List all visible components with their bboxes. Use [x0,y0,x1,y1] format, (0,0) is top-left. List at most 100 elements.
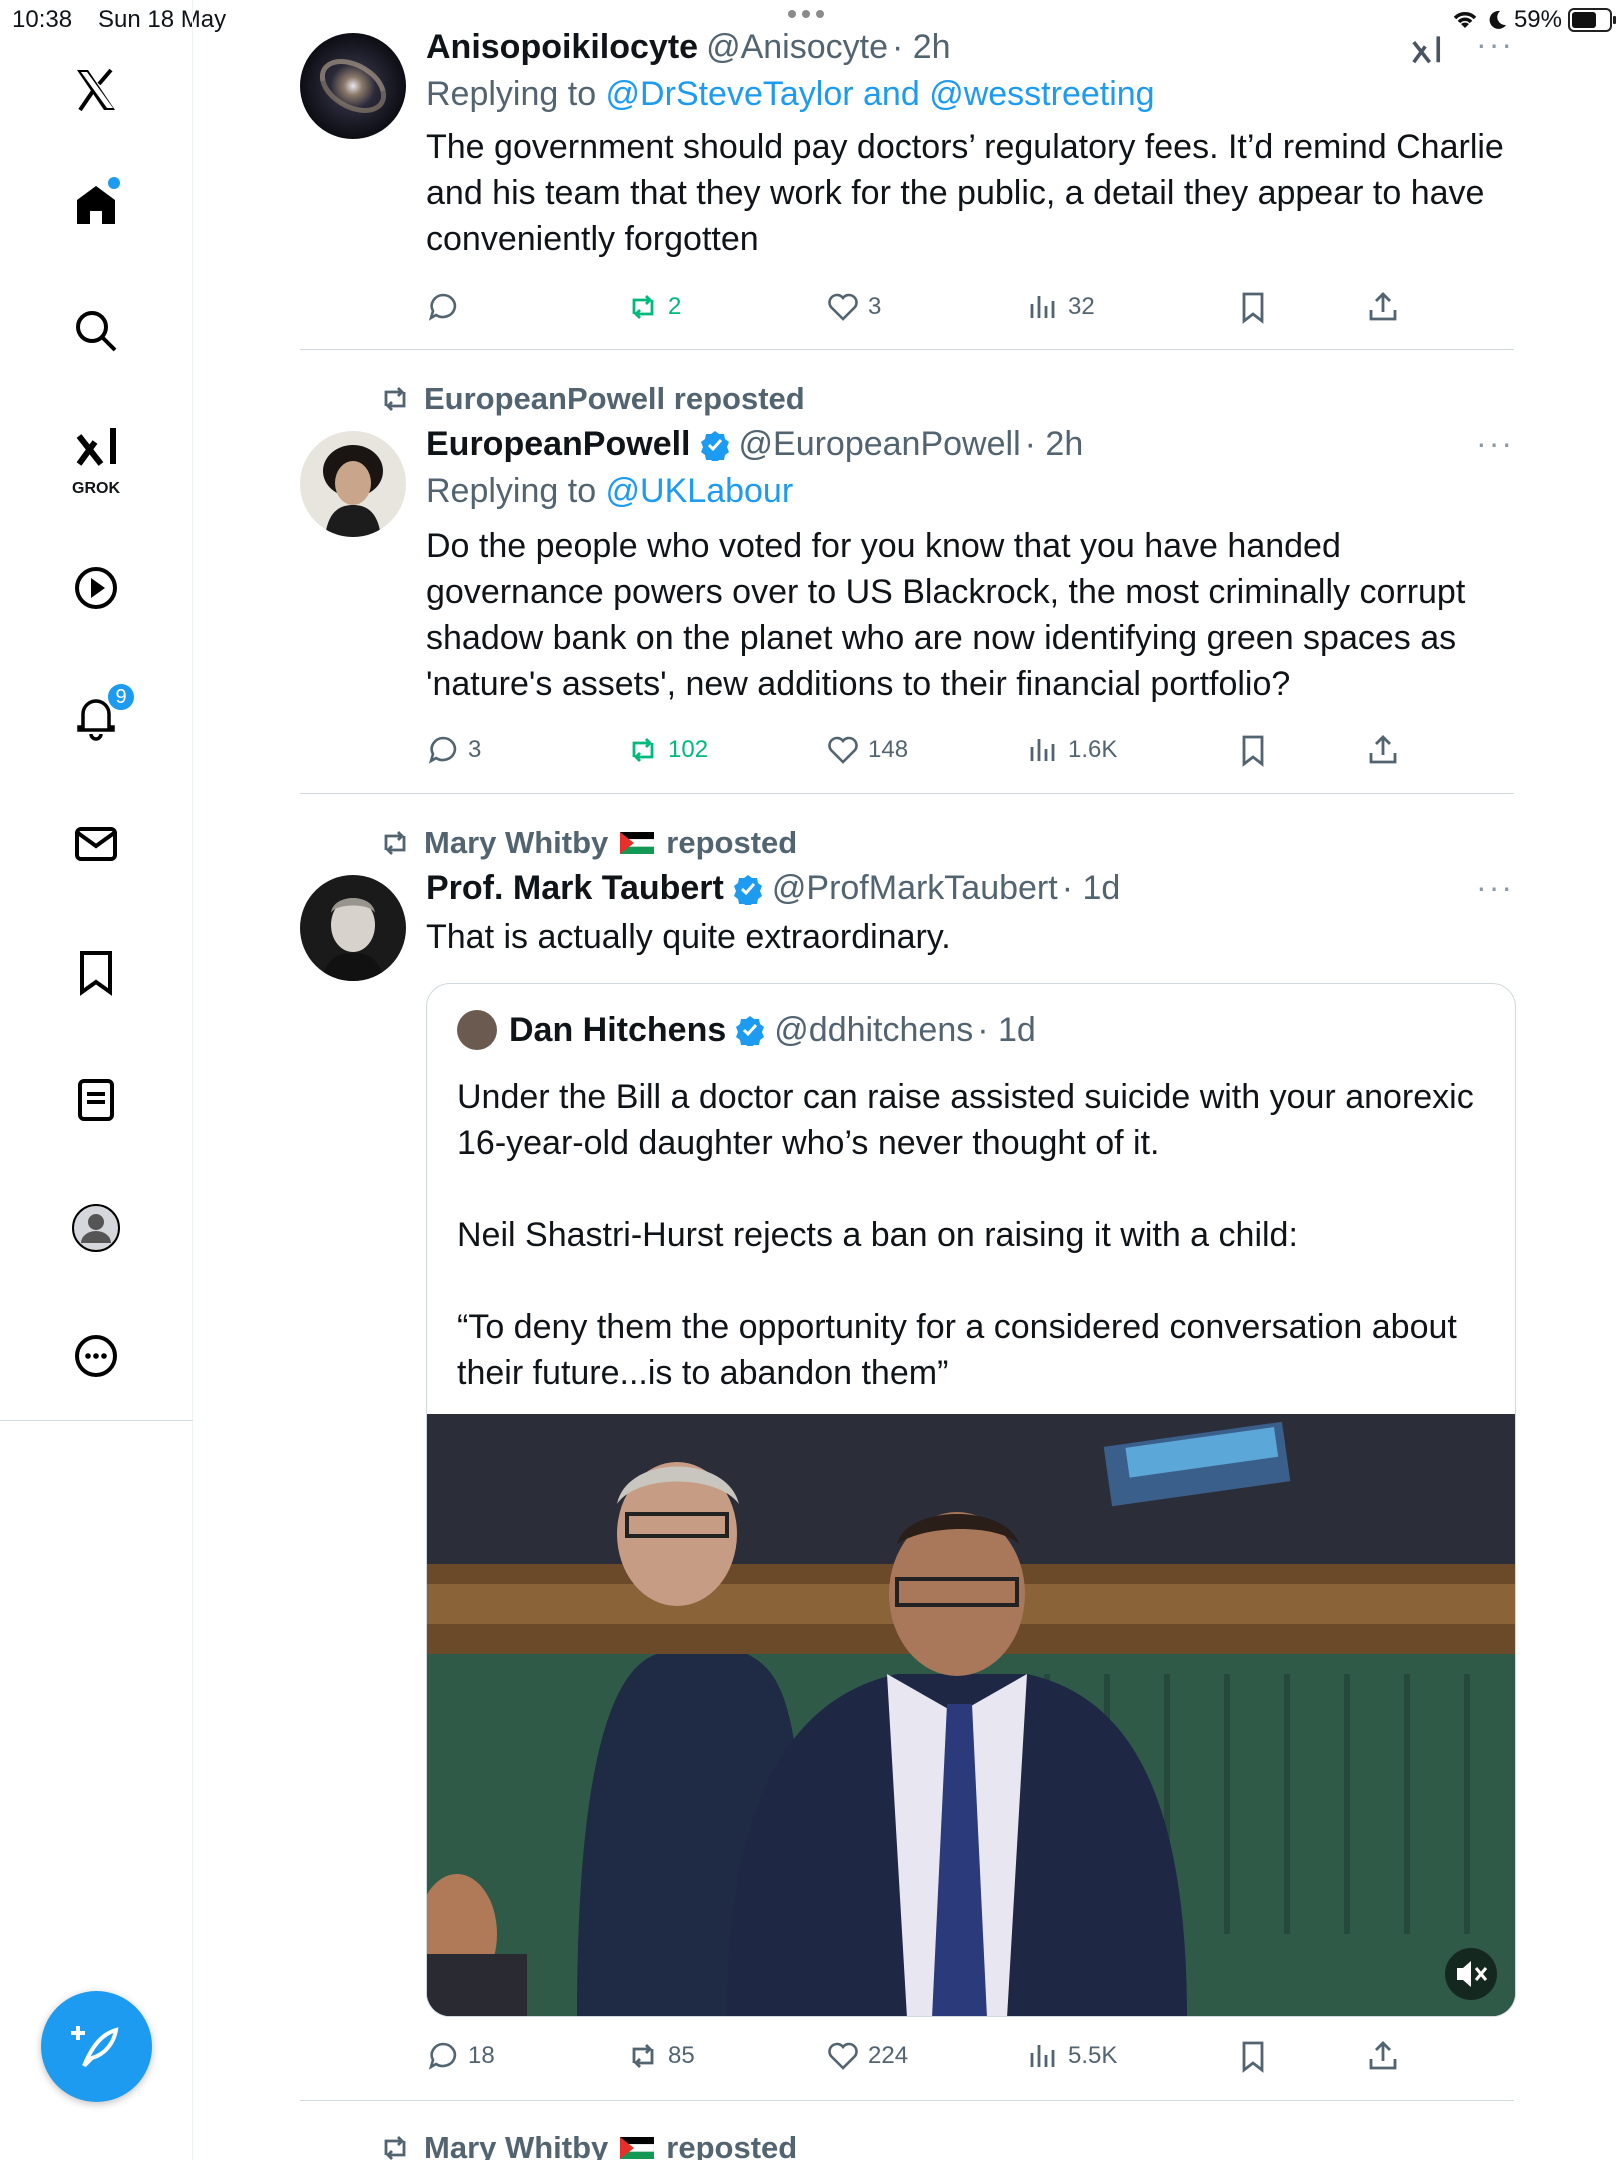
more-circle-icon [75,1335,117,1377]
sidebar: GROK 9 [0,0,193,2160]
profile-nav[interactable] [48,1180,144,1276]
video-nav[interactable] [48,540,144,636]
tweet-actions: 3 102 148 1.6K [426,733,1416,773]
avatar[interactable] [300,33,406,139]
repost-by-name: Mary Whitby [424,2130,609,2160]
quote-header: Dan Hitchens @ddhitchens · 1d [457,1010,1036,1050]
home-nav[interactable] [48,155,144,251]
reply-icon [428,293,457,321]
like-count: 148 [868,736,909,763]
sidebar-divider [0,1420,193,1421]
repost-icon [384,2136,406,2160]
x-logo-icon[interactable] [48,42,144,138]
repost-count: 102 [668,736,709,763]
quote-paragraph: “To deny them the opportunity for a cons… [457,1308,1457,1392]
mute-icon[interactable] [1441,1944,1501,2004]
tweet[interactable]: Mary Whitby reposted [300,2102,1514,2160]
repost-count: 2 [668,293,682,320]
tweet-header: Prof. Mark Taubert @ProfMarkTaubert · 1d [426,869,1514,908]
display-name[interactable]: EuropeanPowell [426,425,691,464]
list-icon [78,1079,114,1121]
notifications-nav[interactable]: 9 [48,668,144,764]
tweet[interactable]: Mary Whitby reposted ··· Prof. Mark Taub… [300,795,1516,2101]
reply-icon [428,2042,457,2070]
reply-button[interactable] [426,290,468,324]
avatar[interactable] [300,431,406,537]
repost-suffix: reposted [666,2130,798,2160]
views-chart-icon [1030,296,1055,318]
heart-icon [828,2042,858,2070]
repost-icon [384,387,406,411]
repost-icon [632,738,654,762]
grok-label: GROK [72,480,120,497]
handle[interactable]: @Anisocyte [706,28,888,67]
reply-icon [428,736,457,764]
views-button[interactable]: 1.6K [1026,733,1117,767]
play-icon [75,567,117,609]
repost-button[interactable]: 102 [626,733,708,767]
grok-nav[interactable]: GROK [48,406,144,502]
share-button[interactable] [1366,2039,1400,2073]
handle[interactable]: @EuropeanPowell [739,425,1021,464]
reply-button[interactable]: 3 [426,733,481,767]
replying-to: Replying to @DrSteveTaylor and @wesstree… [426,75,1514,114]
like-button[interactable]: 148 [826,733,908,767]
quoted-tweet[interactable]: Dan Hitchens @ddhitchens · 1d Under the … [426,983,1516,2017]
quote-avatar[interactable] [457,1010,497,1050]
profile-avatar-icon [72,1204,120,1252]
display-name[interactable]: Prof. Mark Taubert [426,869,724,908]
quote-paragraph: Under the Bill a doctor can raise assist… [457,1078,1474,1162]
display-name[interactable]: Anisopoikilocyte [426,28,698,67]
compose-feather-icon [70,2025,118,2067]
repost-indicator[interactable]: EuropeanPowell reposted [378,381,805,417]
avatar[interactable] [300,875,406,981]
share-icon [1369,292,1397,321]
repost-button[interactable]: 85 [626,2039,695,2073]
repost-indicator[interactable]: Mary Whitby reposted [378,2130,797,2160]
timestamp: · 2h [1024,425,1084,463]
handle[interactable]: @ProfMarkTaubert [772,869,1058,908]
views-button[interactable]: 5.5K [1026,2039,1117,2073]
quote-display-name[interactable]: Dan Hitchens [509,1011,726,1050]
verified-badge-icon [736,1016,765,1046]
like-button[interactable]: 224 [826,2039,908,2073]
more-nav[interactable] [48,1308,144,1404]
repost-indicator[interactable]: Mary Whitby reposted [378,825,797,861]
views-button[interactable]: 32 [1026,290,1095,324]
tweet[interactable]: EuropeanPowell reposted ··· EuropeanPowe… [300,351,1514,794]
reply-to-link[interactable]: @DrSteveTaylor and @wesstreeting [606,75,1155,113]
compose-button[interactable] [41,1991,152,2102]
reply-to-link[interactable]: @UKLabour [606,472,794,510]
search-nav[interactable] [48,283,144,379]
view-count: 1.6K [1068,736,1118,763]
battery-percent: 59% [1513,6,1562,33]
tweet-actions: 18 85 224 5.5K [426,2039,1416,2079]
bookmarks-nav[interactable] [48,924,144,1020]
bookmark-button[interactable] [1236,290,1270,324]
share-button[interactable] [1366,733,1400,767]
like-button[interactable]: 3 [826,290,881,324]
tweet-header: Anisopoikilocyte @Anisocyte · 2h [426,28,1514,67]
quote-video[interactable] [427,1414,1515,2016]
palestine-flag-icon [620,832,655,854]
palestine-flag-icon [620,2137,655,2159]
tweet-text: That is actually quite extraordinary. [426,918,951,956]
tweet[interactable]: ··· Anisopoikilocyte @Anisocyte · 2h Rep… [300,0,1514,350]
bookmark-button[interactable] [1236,2039,1270,2073]
reply-button[interactable]: 18 [426,2039,495,2073]
lists-nav[interactable] [48,1052,144,1148]
home-unread-dot [108,177,120,189]
envelope-icon [75,827,117,861]
like-count: 3 [868,293,882,320]
share-icon [1369,2041,1397,2070]
verified-badge-icon [700,430,729,461]
quote-handle[interactable]: @ddhitchens [774,1011,973,1050]
tweet-text: Do the people who voted for you know tha… [426,527,1466,703]
bookmark-button[interactable] [1236,733,1270,767]
repost-button[interactable]: 2 [626,290,681,324]
messages-nav[interactable] [48,796,144,892]
timestamp: · 1d [1061,869,1121,907]
share-button[interactable] [1366,290,1400,324]
bookmark-icon [1242,735,1264,767]
repost-icon [384,831,406,855]
